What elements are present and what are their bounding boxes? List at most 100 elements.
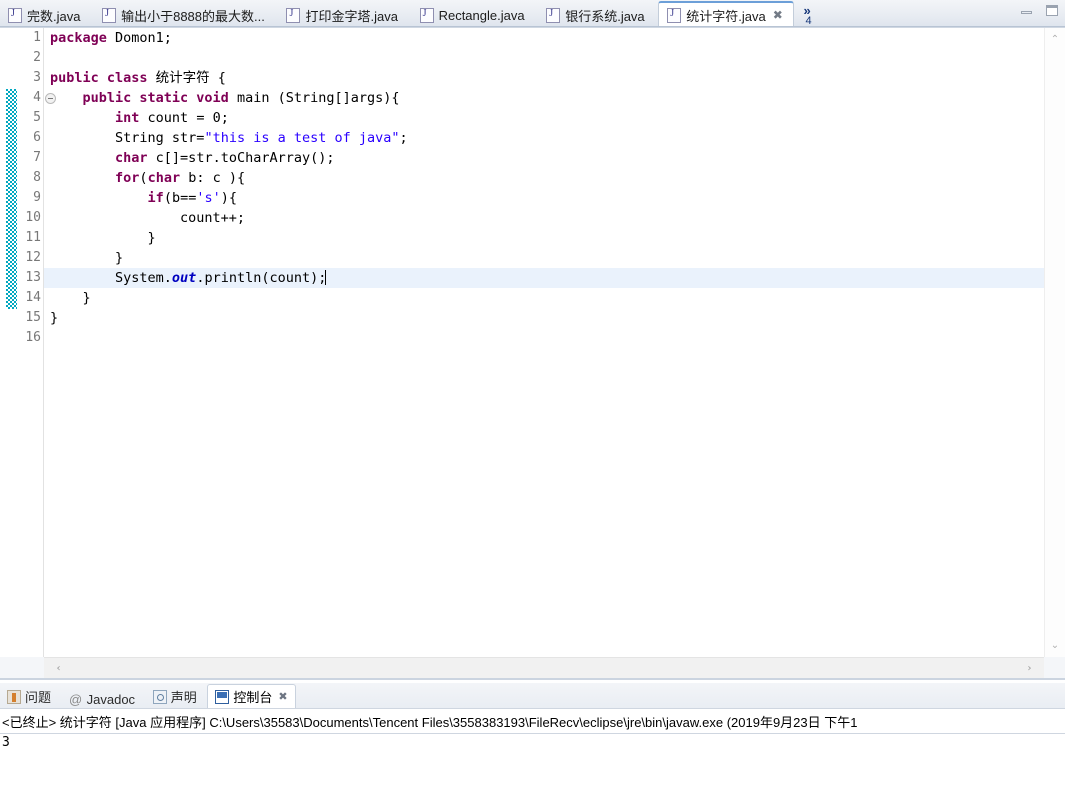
line-number: 1 <box>33 30 41 45</box>
chevron-double-right-icon: » <box>803 2 811 18</box>
code-token-fld: out <box>171 270 197 286</box>
code-editor-area[interactable]: 1 2 3 4 5 6 7 8 9 10 11 12 13 14 15 16 package Domon1; … <box>0 27 1065 657</box>
code-line[interactable]: int count = 0; <box>44 108 1044 128</box>
code-line[interactable]: } <box>44 248 1044 268</box>
line-number: 11 <box>25 230 41 245</box>
console-launch-header: <已终止> 统计字符 [Java 应用程序] C:\Users\35583\Do… <box>0 709 1065 734</box>
java-file-icon <box>667 7 682 23</box>
code-line[interactable]: count++; <box>44 208 1044 228</box>
line-number: 16 <box>25 330 41 345</box>
code-token-plain: (b== <box>163 190 197 206</box>
code-token-plain: } <box>50 230 156 246</box>
line-number: 3 <box>33 70 41 85</box>
source-code-text[interactable]: package Domon1; public class 统计字符 { publ… <box>44 28 1044 657</box>
code-token-kw: char <box>115 150 148 166</box>
editor-tab-label: Rectangle.java <box>438 7 525 23</box>
console-tab-console[interactable]: 控制台 ✖ <box>207 684 296 708</box>
console-icon <box>215 689 230 704</box>
code-line[interactable]: } <box>44 288 1044 308</box>
console-panel: 问题 @ Javadoc 声明 控制台 ✖ <已终止> 统计字符 [Java 应… <box>0 683 1065 802</box>
line-number: 8 <box>33 170 41 185</box>
close-icon[interactable]: ✖ <box>773 9 783 21</box>
code-token-plain: count++; <box>50 210 246 226</box>
line-number: 13 <box>25 270 41 285</box>
editor-tab-yinhangxitong[interactable]: 银行系统.java <box>538 2 654 26</box>
code-line[interactable]: System.out.println(count); <box>44 268 1044 288</box>
code-token-str: "this is a test of java" <box>204 130 400 146</box>
change-bar-segment <box>6 89 17 309</box>
tab-overflow-count: 4 <box>805 14 812 27</box>
java-file-icon <box>8 7 22 23</box>
console-output-text: 3 <box>2 735 10 750</box>
scroll-up-icon[interactable]: ⌃ <box>1045 30 1065 50</box>
minimize-icon[interactable] <box>1020 4 1034 18</box>
code-line[interactable]: for(char b: c ){ <box>44 168 1044 188</box>
line-number-gutter: 1 2 3 4 5 6 7 8 9 10 11 12 13 14 15 16 <box>17 28 44 657</box>
code-line[interactable] <box>44 48 1044 68</box>
line-number: 4 <box>33 90 41 105</box>
code-token-plain: ){ <box>220 190 237 206</box>
code-token-kw: package <box>50 30 107 46</box>
maximize-icon[interactable] <box>1045 4 1059 18</box>
editor-vertical-scrollbar[interactable]: ⌃ ⌄ <box>1044 28 1065 657</box>
console-tab-problems[interactable]: 问题 <box>0 685 58 709</box>
console-tab-label: 控制台 <box>233 690 273 705</box>
editor-tab-tongjizifu[interactable]: 统计字符.java ✖ <box>658 1 794 26</box>
code-token-kw: for <box>115 170 140 186</box>
code-token-plain: 统计字符 { <box>147 70 226 86</box>
code-line[interactable]: public class 统计字符 { <box>44 68 1044 88</box>
code-line[interactable]: } <box>44 308 1044 328</box>
code-line[interactable] <box>44 328 1044 348</box>
java-file-icon <box>546 7 561 23</box>
editor-tab-bar: 完数.java 输出小于8888的最大数... 打印金字塔.java Recta… <box>0 0 1065 27</box>
code-line[interactable]: } <box>44 228 1044 248</box>
panel-divider[interactable] <box>0 678 1065 680</box>
editor-window: 完数.java 输出小于8888的最大数... 打印金字塔.java Recta… <box>0 0 1065 680</box>
code-token-kw: int <box>115 110 140 126</box>
editor-tab-shuchu[interactable]: 输出小于8888的最大数... <box>94 2 275 26</box>
code-token-plain: main (String[]args){ <box>228 90 400 106</box>
line-number: 14 <box>25 290 41 305</box>
scroll-down-icon[interactable]: ⌄ <box>1045 636 1065 656</box>
code-line[interactable]: char c[]=str.toCharArray(); <box>44 148 1044 168</box>
editor-tab-label: 完数.java <box>27 8 81 24</box>
java-file-icon <box>286 7 301 23</box>
console-output-area[interactable]: <已终止> 统计字符 [Java 应用程序] C:\Users\35583\Do… <box>0 708 1065 802</box>
scroll-right-icon[interactable]: › <box>1019 658 1040 679</box>
line-number: 12 <box>25 250 41 265</box>
editor-tab-label: 输出小于8888的最大数... <box>121 8 265 24</box>
code-token-plain: } <box>50 290 91 306</box>
text-caret <box>325 270 327 285</box>
line-number: 7 <box>33 150 41 165</box>
code-token-plain: System. <box>50 270 172 286</box>
code-token-kw: char <box>147 170 181 186</box>
editor-tab-wanshu[interactable]: 完数.java <box>0 2 90 26</box>
code-line[interactable]: package Domon1; <box>44 28 1044 48</box>
console-tab-declaration[interactable]: 声明 <box>146 685 204 709</box>
code-line[interactable]: if(b=='s'){ <box>44 188 1044 208</box>
editor-tab-rectangle[interactable]: Rectangle.java <box>412 2 535 26</box>
editor-horizontal-scrollbar[interactable]: ‹ › <box>44 657 1044 679</box>
java-file-icon <box>419 7 434 23</box>
window-controls <box>1020 4 1059 18</box>
code-token-plain: ; <box>399 130 408 146</box>
code-token-plain: ( <box>139 170 148 186</box>
code-token-plain: c[]=str.toCharArray(); <box>147 150 335 166</box>
line-number: 9 <box>33 190 41 205</box>
problems-icon <box>7 689 21 704</box>
line-number: 10 <box>25 210 41 225</box>
code-line[interactable]: String str="this is a test of java"; <box>44 128 1044 148</box>
change-bar-margin <box>6 28 17 657</box>
declaration-icon <box>152 689 167 704</box>
editor-tab-dayinjinzita[interactable]: 打印金字塔.java <box>278 2 407 26</box>
close-icon[interactable]: ✖ <box>278 690 287 703</box>
console-tab-bar: 问题 @ Javadoc 声明 控制台 ✖ <box>0 683 1065 708</box>
code-token-plain: Domon1; <box>106 30 172 46</box>
code-line[interactable]: public static void main (String[]args){ <box>44 88 1044 108</box>
tab-overflow-button[interactable]: » 4 <box>797 2 815 27</box>
scroll-left-icon[interactable]: ‹ <box>48 658 69 679</box>
